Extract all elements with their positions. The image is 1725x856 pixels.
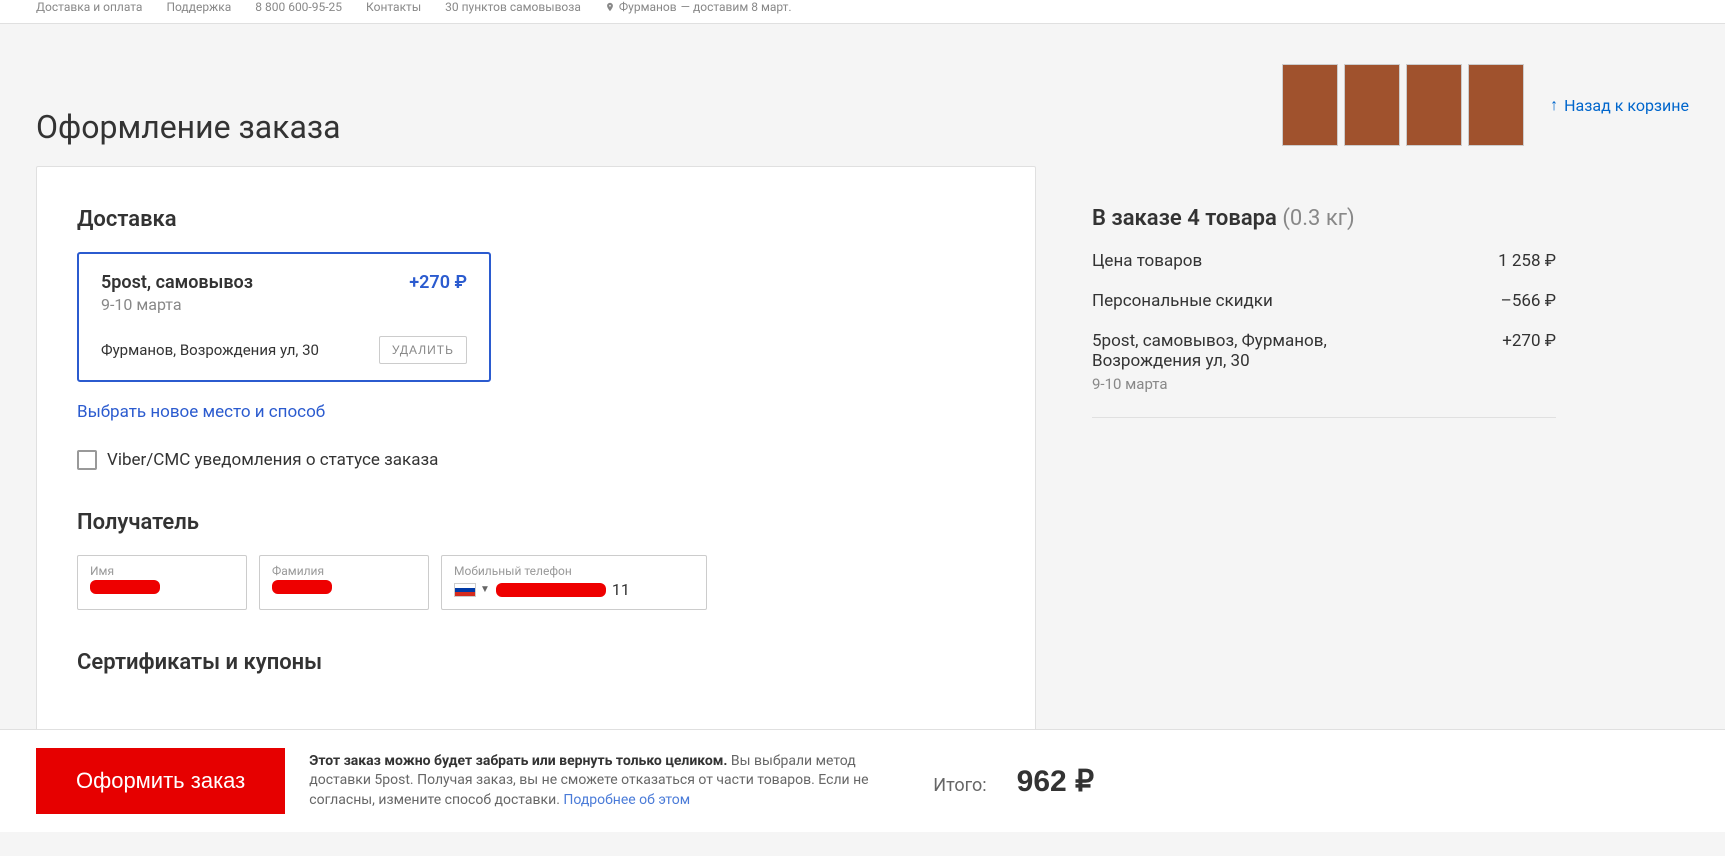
delivery-address: Фурманов, Возрождения ул, 30 [101,341,319,359]
row-label: Персональные скидки [1092,291,1273,311]
location-selector[interactable]: Фурманов — доставим 8 март. [605,0,792,14]
nav-contacts[interactable]: Контакты [366,0,421,14]
sms-notify-checkbox[interactable] [77,450,97,470]
redacted-value [90,580,160,594]
first-name-label: Имя [90,564,234,578]
last-name-field[interactable]: Фамилия [259,555,429,610]
location-city: Фурманов [619,0,677,14]
redacted-value [496,583,606,597]
back-label: Назад к корзине [1564,96,1689,115]
page-header: Оформление заказа ↑ Назад к корзине [0,24,1725,166]
order-summary: В заказе 4 товара (0.3 кг) Цена товаров … [1036,166,1556,736]
sms-notify-label: Viber/СМС уведомления о статусе заказа [107,450,438,470]
last-name-label: Фамилия [272,564,416,578]
summary-count: В заказе 4 товара [1092,206,1277,231]
delivery-method-card[interactable]: 5post, самовывоз 9-10 марта +270 ₽ Фурма… [77,252,491,382]
summary-row-items-price: Цена товаров 1 258 ₽ [1092,251,1556,271]
checkout-form-card: Доставка 5post, самовывоз 9-10 марта +27… [36,166,1036,736]
summary-title: В заказе 4 товара (0.3 кг) [1092,206,1556,231]
redacted-value [272,580,332,594]
divider [1092,417,1556,418]
shipping-value: +270 ₽ [1502,331,1556,393]
certificates-heading: Сертификаты и купоны [77,650,995,675]
recipient-heading: Получатель [77,510,995,535]
delivery-price: +270 ₽ [409,272,467,293]
footer-note: Этот заказ можно будет забрать или верну… [309,752,909,811]
nav-delivery-payment[interactable]: Доставка и оплата [36,0,142,14]
location-delivery-note: — доставим 8 март. [681,0,792,14]
total-label: Итого: [933,775,986,796]
product-thumb[interactable] [1468,64,1524,146]
pin-icon [605,1,615,13]
shipping-date: 9-10 марта [1092,375,1392,393]
first-name-field[interactable]: Имя [77,555,247,610]
nav-phone[interactable]: 8 800 600-95-25 [255,0,342,14]
total-value: 962 ₽ [1017,764,1094,799]
change-delivery-link[interactable]: Выбрать новое место и способ [77,402,325,422]
phone-suffix: 11 [612,580,630,599]
nav-pickup-points[interactable]: 30 пунктов самовывоза [445,0,581,14]
delivery-heading: Доставка [77,207,995,232]
sms-notify-row[interactable]: Viber/СМС уведомления о статусе заказа [77,450,995,470]
checkout-footer: Оформить заказ Этот заказ можно будет за… [0,729,1725,832]
delivery-dates: 9-10 марта [101,295,253,314]
cart-thumbnails [1282,64,1524,146]
arrow-up-icon: ↑ [1550,95,1558,115]
footer-note-bold: Этот заказ можно будет забрать или верну… [309,753,727,769]
delivery-method-name: 5post, самовывоз [101,272,253,293]
summary-row-discount: Персональные скидки –566 ₽ [1092,291,1556,311]
footer-more-link[interactable]: Подробнее об этом [563,792,690,808]
row-value: 1 258 ₽ [1498,251,1556,271]
row-value: –566 ₽ [1501,291,1556,311]
footer-total: Итого: 962 ₽ [933,764,1094,799]
nav-support[interactable]: Поддержка [166,0,231,14]
submit-order-button[interactable]: Оформить заказ [36,748,285,814]
product-thumb[interactable] [1282,64,1338,146]
row-label: Цена товаров [1092,251,1202,271]
summary-weight: (0.3 кг) [1282,206,1354,231]
phone-field[interactable]: Мобильный телефон ▼ 11 [441,555,707,610]
shipping-label: 5post, самовывоз, Фурманов, Возрождения … [1092,331,1392,371]
summary-row-shipping: 5post, самовывоз, Фурманов, Возрождения … [1092,331,1556,393]
product-thumb[interactable] [1344,64,1400,146]
chevron-down-icon[interactable]: ▼ [480,584,490,595]
page-title: Оформление заказа [36,108,341,146]
back-to-cart-link[interactable]: ↑ Назад к корзине [1550,95,1689,115]
delete-delivery-button[interactable]: УДАЛИТЬ [379,336,467,364]
flag-ru-icon[interactable] [454,583,476,597]
phone-label: Мобильный телефон [454,564,694,578]
product-thumb[interactable] [1406,64,1462,146]
topbar: Доставка и оплата Поддержка 8 800 600-95… [0,0,1725,24]
